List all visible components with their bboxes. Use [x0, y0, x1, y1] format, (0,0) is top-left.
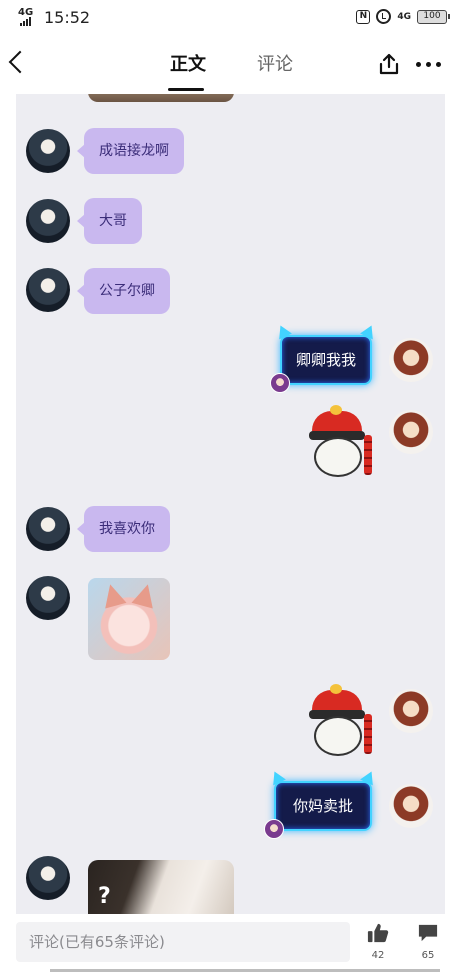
status-icons: N 4G 100	[356, 9, 450, 24]
avatar	[26, 576, 70, 620]
mini-avatar-decoration	[270, 373, 290, 393]
cat-ear-decoration	[360, 768, 378, 786]
tab-active-indicator	[168, 88, 204, 91]
cat-ear-decoration	[268, 768, 286, 786]
like-count: 42	[371, 950, 385, 961]
message-bubble: 我喜欢你	[77, 506, 170, 552]
back-arrow-icon[interactable]	[8, 50, 32, 74]
status-bar: 4G 15:52 N 4G 100	[0, 0, 461, 34]
message-bubble: 大哥	[77, 198, 142, 244]
cat-ear-decoration	[360, 322, 378, 340]
cat-photo	[88, 578, 170, 660]
clock: 15:52	[44, 8, 91, 27]
avatar	[389, 784, 433, 828]
mini-avatar-decoration	[264, 819, 284, 839]
avatar	[26, 129, 70, 173]
nav-bar: 正文 评论	[0, 34, 461, 94]
neon-message-bubble: 你妈卖批	[264, 768, 378, 839]
avatar	[26, 268, 70, 312]
alarm-icon	[376, 9, 392, 24]
emoji-hat-sticker	[306, 684, 378, 760]
cat-ear-decoration	[274, 322, 292, 340]
avatar	[389, 338, 433, 382]
home-indicator	[50, 969, 440, 972]
chat-screenshot: 成语接龙啊 大哥 公子尔卿 卿卿我我 我喜欢你 你妈卖批 ?	[16, 94, 445, 914]
neon-message-bubble: 卿卿我我	[270, 322, 378, 393]
thumbs-up-icon[interactable]	[367, 922, 389, 944]
comment-bar: 评论(已有65条评论) 42 65	[0, 914, 461, 973]
emoji-hat-sticker	[306, 405, 378, 481]
comment-count: 65	[421, 950, 435, 961]
more-options-icon[interactable]	[416, 62, 441, 67]
avatar	[389, 410, 433, 454]
network-type-small: 4G	[397, 11, 411, 22]
avatar	[389, 689, 433, 733]
avatar	[26, 507, 70, 551]
comment-placeholder: 评论(已有65条评论)	[29, 933, 165, 951]
signal-icon	[20, 17, 31, 26]
nfc-icon: N	[356, 9, 371, 24]
message-bubble: 成语接龙啊	[77, 128, 184, 174]
question-mark-overlay: ?	[98, 884, 111, 909]
previous-image-fragment	[88, 94, 234, 102]
neon-message-text: 你妈卖批	[292, 797, 353, 815]
battery-icon: 100	[417, 9, 450, 24]
avatar	[26, 199, 70, 243]
comment-input[interactable]: 评论(已有65条评论)	[16, 922, 350, 962]
tab-comments[interactable]: 评论	[257, 53, 293, 77]
avatar	[26, 856, 70, 900]
tab-article[interactable]: 正文	[170, 53, 206, 77]
share-icon[interactable]	[377, 52, 401, 76]
neon-message-text: 卿卿我我	[295, 351, 356, 369]
message-bubble: 公子尔卿	[77, 268, 170, 314]
comment-icon[interactable]	[417, 923, 439, 943]
cat-photo-question: ?	[88, 860, 234, 914]
